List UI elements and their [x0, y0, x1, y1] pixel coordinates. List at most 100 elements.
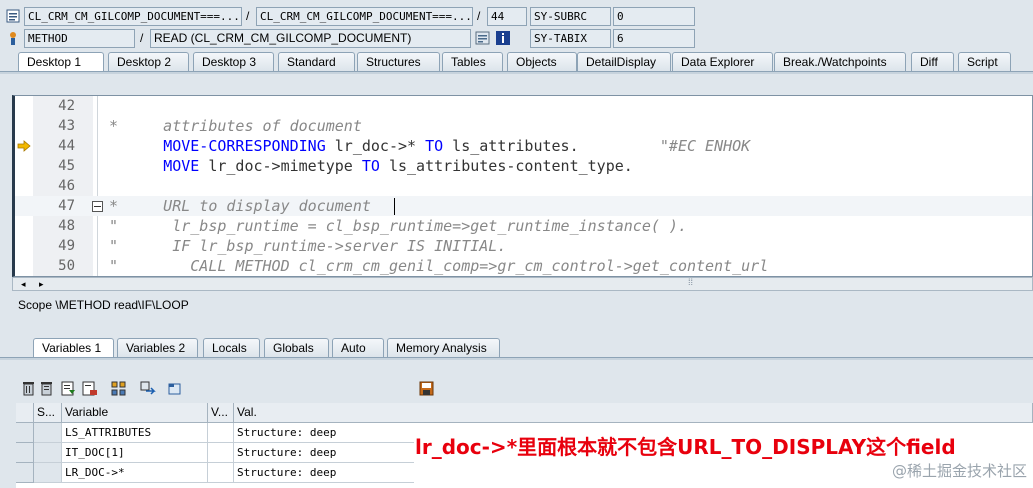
editor-horizontal-scrollbar[interactable]: ◂ ▸ ⁞⁞ — [12, 277, 1033, 291]
subrc-value[interactable]: 0 — [613, 7, 695, 26]
code-token: lr_doc->mimetype — [199, 157, 362, 175]
line-number: 42 — [58, 98, 75, 114]
line-number: 47 — [58, 198, 75, 214]
value-cell[interactable]: Structure: deep — [234, 463, 414, 483]
code-text: MOVE lr_doc->mimetype TO ls_attributes-c… — [109, 156, 633, 176]
code-comment: " lr_bsp_runtime = cl_bsp_runtime=>get_r… — [109, 217, 687, 235]
line-number: 46 — [58, 178, 75, 194]
code-line[interactable]: 48 " lr_bsp_runtime = cl_bsp_runtime=>get… — [15, 216, 1032, 236]
scroll-left-icon[interactable]: ◂ — [21, 279, 26, 290]
tab-desktop-3[interactable]: Desktop 3 — [193, 52, 274, 72]
line-number-field[interactable]: 44 — [487, 7, 527, 26]
resize-grip-icon[interactable]: ⁞⁞ — [688, 277, 693, 287]
tab-standard[interactable]: Standard — [278, 52, 355, 72]
status-cell[interactable] — [34, 463, 62, 483]
variable-cell[interactable]: LS_ATTRIBUTES — [62, 423, 208, 443]
tabix-value[interactable]: 6 — [613, 29, 695, 48]
line-number: 45 — [58, 158, 75, 174]
value-cell[interactable]: Structure: deep — [234, 443, 414, 463]
line-number: 44 — [58, 138, 75, 154]
code-line[interactable]: 42 — [15, 96, 1032, 116]
tab-memory-analysis[interactable]: Memory Analysis — [387, 338, 500, 358]
variable-cell[interactable]: LR_DOC->* — [62, 463, 208, 483]
source-code-icon[interactable] — [475, 30, 491, 46]
save-icon[interactable] — [418, 380, 435, 397]
code-line[interactable]: 45 MOVE lr_doc->mimetype TO ls_attribute… — [15, 156, 1032, 176]
scroll-right-icon[interactable]: ▸ — [39, 279, 44, 290]
current-line-arrow-icon — [17, 140, 31, 155]
event-type-field[interactable]: METHOD — [24, 29, 135, 48]
export-icon[interactable] — [81, 380, 98, 397]
scope-text: Scope \METHOD read\IF\LOOP — [18, 298, 189, 312]
status-cell[interactable] — [34, 423, 62, 443]
tree-icon[interactable] — [110, 380, 127, 397]
variable-cell[interactable]: IT_DOC[1] — [62, 443, 208, 463]
object-icon[interactable] — [166, 380, 183, 397]
row-selector[interactable] — [16, 443, 34, 463]
navigate-icon[interactable] — [139, 380, 156, 397]
tab-structures[interactable]: Structures — [357, 52, 440, 72]
grid-selector-header — [16, 403, 34, 423]
code-text: * attributes of document — [109, 116, 362, 136]
separator: / — [246, 9, 250, 23]
include-field[interactable]: CL_CRM_CM_GILCOMP_DOCUMENT===... — [256, 7, 473, 26]
code-editor[interactable]: 42 43 * attributes of document 44 MOVE-CORR… — [12, 95, 1033, 277]
tab-desktop-2[interactable]: Desktop 2 — [108, 52, 189, 72]
code-comment: " IF lr_bsp_runtime->server IS INITIAL. — [109, 237, 507, 255]
row-selector[interactable] — [16, 463, 34, 483]
program-field[interactable]: CL_CRM_CM_GILCOMP_DOCUMENT===... — [24, 7, 242, 26]
status-cell[interactable] — [34, 443, 62, 463]
tab-tables[interactable]: Tables — [442, 52, 503, 72]
code-text: MOVE-CORRESPONDING lr_doc->* TO ls_attri… — [109, 136, 750, 156]
code-keyword: TO — [425, 137, 444, 155]
tab-data-explorer[interactable]: Data Explorer — [672, 52, 773, 72]
tab-auto[interactable]: Auto — [332, 338, 384, 358]
code-line[interactable]: 50 " CALL METHOD cl_crm_cm_genil_comp=>gr… — [15, 256, 1032, 276]
tab-diff[interactable]: Diff — [911, 52, 954, 72]
grid-header-variable[interactable]: Variable — [62, 403, 208, 423]
event-name-field[interactable]: READ (CL_CRM_CM_GILCOMP_DOCUMENT) — [150, 29, 471, 48]
tab-globals[interactable]: Globals — [264, 338, 329, 358]
v-cell[interactable] — [208, 463, 234, 483]
line-number: 48 — [58, 218, 75, 234]
code-keyword: MOVE — [163, 157, 200, 175]
code-keyword: MOVE-CORRESPONDING — [163, 137, 326, 155]
code-text: " IF lr_bsp_runtime->server IS INITIAL. — [109, 236, 506, 256]
code-token: lr_doc->* — [325, 137, 426, 155]
v-cell[interactable] — [208, 423, 234, 443]
grid-header-v[interactable]: V... — [208, 403, 234, 423]
row-selector[interactable] — [16, 423, 34, 443]
code-line[interactable]: 49 " IF lr_bsp_runtime->server IS INITIAL… — [15, 236, 1032, 256]
value-cell[interactable]: Structure: deep — [234, 423, 414, 443]
grid-header-status[interactable]: S... — [34, 403, 62, 423]
code-line[interactable]: 43 * attributes of document — [15, 116, 1032, 136]
code-line[interactable]: 46 — [15, 176, 1032, 196]
tab-script[interactable]: Script — [958, 52, 1011, 72]
tab-variables-2[interactable]: Variables 2 — [117, 338, 198, 358]
delete-icon[interactable] — [20, 380, 37, 397]
tab-locals[interactable]: Locals — [203, 338, 260, 358]
collapse-block-icon[interactable] — [92, 201, 103, 215]
v-cell[interactable] — [208, 443, 234, 463]
code-text: * URL to display document — [109, 196, 371, 216]
separator: / — [477, 9, 481, 23]
info-icon[interactable] — [495, 30, 511, 46]
tab-variables-1[interactable]: Variables 1 — [33, 338, 114, 358]
grid-header-value[interactable]: Val. — [234, 403, 1033, 423]
code-line[interactable]: 47 * URL to display document — [15, 196, 1032, 216]
import-icon[interactable] — [60, 380, 77, 397]
annotation-text: lr_doc->*里面根本就不包含URL_TO_DISPLAY这个field — [415, 435, 956, 459]
code-line[interactable]: 44 MOVE-CORRESPONDING lr_doc->* TO ls_at… — [15, 136, 1032, 156]
separator: / — [140, 31, 144, 45]
code-comment: " CALL METHOD cl_crm_cm_genil_comp=>gr_c… — [109, 257, 769, 275]
delete-all-icon[interactable] — [38, 380, 55, 397]
tab-breakpoints[interactable]: Break./Watchpoints — [774, 52, 906, 72]
tab-objects[interactable]: Objects — [507, 52, 577, 72]
tab-detaildisplay[interactable]: DetailDisplay — [577, 52, 671, 72]
code-comment: * attributes of document — [109, 117, 362, 135]
code-keyword: TO — [361, 157, 380, 175]
tab-desktop-1[interactable]: Desktop 1 — [18, 52, 104, 72]
var-tab-divider — [0, 357, 1033, 360]
